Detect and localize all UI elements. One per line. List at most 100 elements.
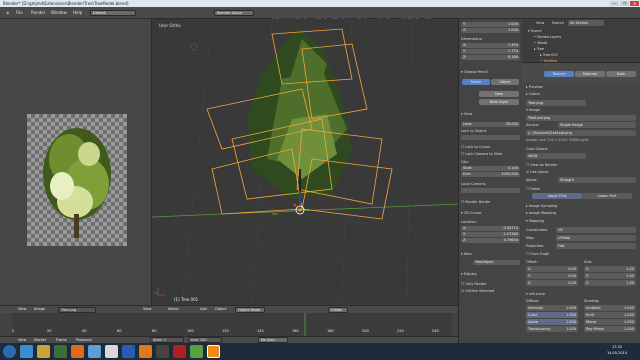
object-tab[interactable]: Object (491, 79, 519, 85)
offset-z-field[interactable]: Z: 0.00 (526, 280, 578, 286)
cursor-z-field[interactable]: Z: 4.70654 (461, 238, 520, 243)
start-button-icon[interactable] (3, 345, 16, 358)
colors-header[interactable]: ▸ Colors (526, 91, 636, 97)
clip-end-field[interactable]: End: 1000.000 (461, 172, 520, 177)
terminal-icon[interactable] (156, 345, 169, 358)
influence-color-field[interactable]: Color 1.000 (526, 312, 578, 318)
texture-type-tab[interactable]: Texture (544, 71, 574, 77)
mapping-header[interactable]: ▾ Mapping (526, 218, 636, 224)
offset-x-field[interactable]: X: 0.00 (526, 266, 578, 272)
item-header[interactable]: ▾ Item (461, 251, 521, 257)
upper-first-button[interactable]: Upper First (532, 193, 582, 199)
minimize-button[interactable]: — (610, 1, 619, 6)
material-type-tab[interactable]: Material (575, 71, 605, 77)
menu-help[interactable]: Help (73, 10, 82, 15)
influence-alpha-field[interactable]: Alpha 1.000 (526, 319, 578, 325)
offset-y-field[interactable]: Y: 0.00 (526, 273, 578, 279)
texture-datablock[interactable]: Tree.png (526, 100, 586, 106)
outliner[interactable]: View Search All Scenes ▾ Scene • RenderL… (522, 19, 640, 63)
local-camera-field[interactable] (461, 188, 520, 193)
blender-logo-icon[interactable]: ◉ (6, 10, 10, 15)
both-type-tab[interactable]: Both (606, 71, 636, 77)
size-y-field[interactable]: Y: 1.00 (584, 273, 636, 279)
3d-viewport[interactable]: User Ortho (1) Tree.001 (152, 19, 458, 305)
projection-select[interactable]: Flat (556, 243, 636, 249)
explorer-icon[interactable] (37, 345, 50, 358)
render-border-checkbox[interactable]: ☐ Render Border (461, 199, 521, 205)
menu-render[interactable]: Render (31, 10, 45, 15)
only-render-checkbox[interactable]: ☐ Only Render (461, 281, 521, 287)
ie-icon[interactable] (20, 345, 33, 358)
dim-x-field[interactable]: X: 7.494 (461, 43, 520, 48)
select-menu[interactable]: Select (168, 307, 179, 312)
cursor-y-field[interactable]: Y: 2.27160 (461, 232, 520, 237)
new-layer-button[interactable]: New Layer (479, 99, 519, 105)
coordinates-select[interactable]: UV (556, 227, 636, 233)
shading-ambient-field[interactable]: Ambient 1.000 (584, 305, 636, 311)
influence-intensity-field[interactable]: Intensity 1.000 (526, 305, 578, 311)
image-sampling-header[interactable]: ▸ Image Sampling (526, 203, 636, 209)
color-space-select[interactable]: sRGB (526, 153, 586, 159)
object-menu[interactable]: Object (215, 307, 226, 312)
from-dupli-checkbox[interactable]: ☐ From Dupli (526, 251, 636, 257)
image-mapping-header[interactable]: ▸ Image Mapping (526, 210, 636, 216)
active-blender-icon[interactable] (207, 345, 220, 358)
scale-y-field[interactable]: Y: 1.000 (461, 22, 520, 27)
image-image-menu[interactable]: Image (34, 307, 45, 312)
word-icon[interactable] (122, 345, 135, 358)
menu-file[interactable]: File (16, 10, 23, 15)
layout-select[interactable]: Default (90, 10, 136, 16)
lock-cursor-checkbox[interactable]: ☐ Lock to Cursor (461, 144, 521, 150)
dim-y-field[interactable]: Y: 7.774 (461, 49, 520, 54)
image-header[interactable]: ▾ Image (526, 107, 636, 113)
filepath-field[interactable]: //..\Textures\TreeLeaf.png (526, 130, 636, 136)
lower-first-button[interactable]: Lower First (582, 193, 632, 199)
fields-checkbox[interactable]: ☐ Fields (526, 186, 636, 192)
skype-icon[interactable] (88, 345, 101, 358)
add-menu[interactable]: Add (200, 307, 207, 312)
item-name-field[interactable]: TreeObject (473, 260, 520, 265)
display-header[interactable]: ▾ Display (461, 271, 521, 277)
view-header[interactable]: ▾ View (461, 111, 521, 117)
clip-start-field[interactable]: Start: 0.100 (461, 166, 520, 171)
view-menu[interactable]: View (143, 307, 151, 312)
clock[interactable]: 17:25 14.05.2014 (596, 344, 638, 356)
source-select[interactable]: Single Image (558, 122, 636, 128)
menu-window[interactable]: Window (51, 10, 67, 15)
influence-header[interactable]: ▾ Influence (526, 291, 636, 297)
shading-emit-field[interactable]: Emit 1.000 (584, 312, 636, 318)
app-icon[interactable] (190, 345, 203, 358)
maximize-button[interactable]: ❐ (620, 1, 629, 6)
lock-object-field[interactable] (461, 135, 520, 140)
view-as-render-checkbox[interactable]: ☐ View as Render (526, 162, 636, 168)
lens-field[interactable]: Lens: 35.000 (461, 122, 520, 127)
scene-tab[interactable]: Scene (462, 79, 490, 85)
outline-selected-checkbox[interactable]: ☑ Outline Selected (461, 288, 521, 294)
use-alpha-checkbox[interactable]: ☑ Use Alpha (526, 169, 636, 175)
image-editor[interactable] (0, 19, 152, 305)
timeline[interactable]: 0 20 40 60 80 100 120 140 160 180 200 22… (0, 313, 458, 336)
firefox-icon[interactable] (71, 345, 84, 358)
chrome-icon[interactable] (105, 345, 118, 358)
render-engine-select[interactable]: Blender Game (214, 10, 254, 16)
blender-icon[interactable] (139, 345, 152, 358)
scale-z-field[interactable]: Z: 1.000 (461, 28, 520, 33)
shading-mirror-field[interactable]: Mirror 1.000 (584, 319, 636, 325)
size-z-field[interactable]: Z: 1.00 (584, 280, 636, 286)
cursor-x-field[interactable]: X: 0.92715 (461, 226, 520, 231)
shading-ray-mirror-field[interactable]: Ray Mirror 1.000 (584, 326, 636, 332)
grease-pencil-header[interactable]: ▾ Grease Pencil (461, 69, 521, 75)
image-view-menu[interactable]: View (18, 307, 26, 312)
dim-z-field[interactable]: Z: 8.188 (461, 55, 520, 60)
size-x-field[interactable]: X: 1.00 (584, 266, 636, 272)
close-button[interactable]: ✕ (630, 1, 639, 6)
lock-camera-checkbox[interactable]: ☐ Lock Camera to View (461, 151, 521, 157)
uv-map-select[interactable]: UVMap (556, 235, 636, 241)
outliner-scope-select[interactable]: All Scenes (568, 20, 604, 26)
preview-header[interactable]: ▸ Preview (526, 84, 636, 90)
alpha-select[interactable]: Straight (558, 177, 636, 183)
image-file-field[interactable]: TreeLeaf.png (526, 115, 636, 121)
app-icon[interactable] (173, 345, 186, 358)
cursor-header[interactable]: ▾ 3D Cursor (461, 210, 521, 216)
influence-translucency-field[interactable]: Translucency 1.000 (526, 326, 578, 332)
